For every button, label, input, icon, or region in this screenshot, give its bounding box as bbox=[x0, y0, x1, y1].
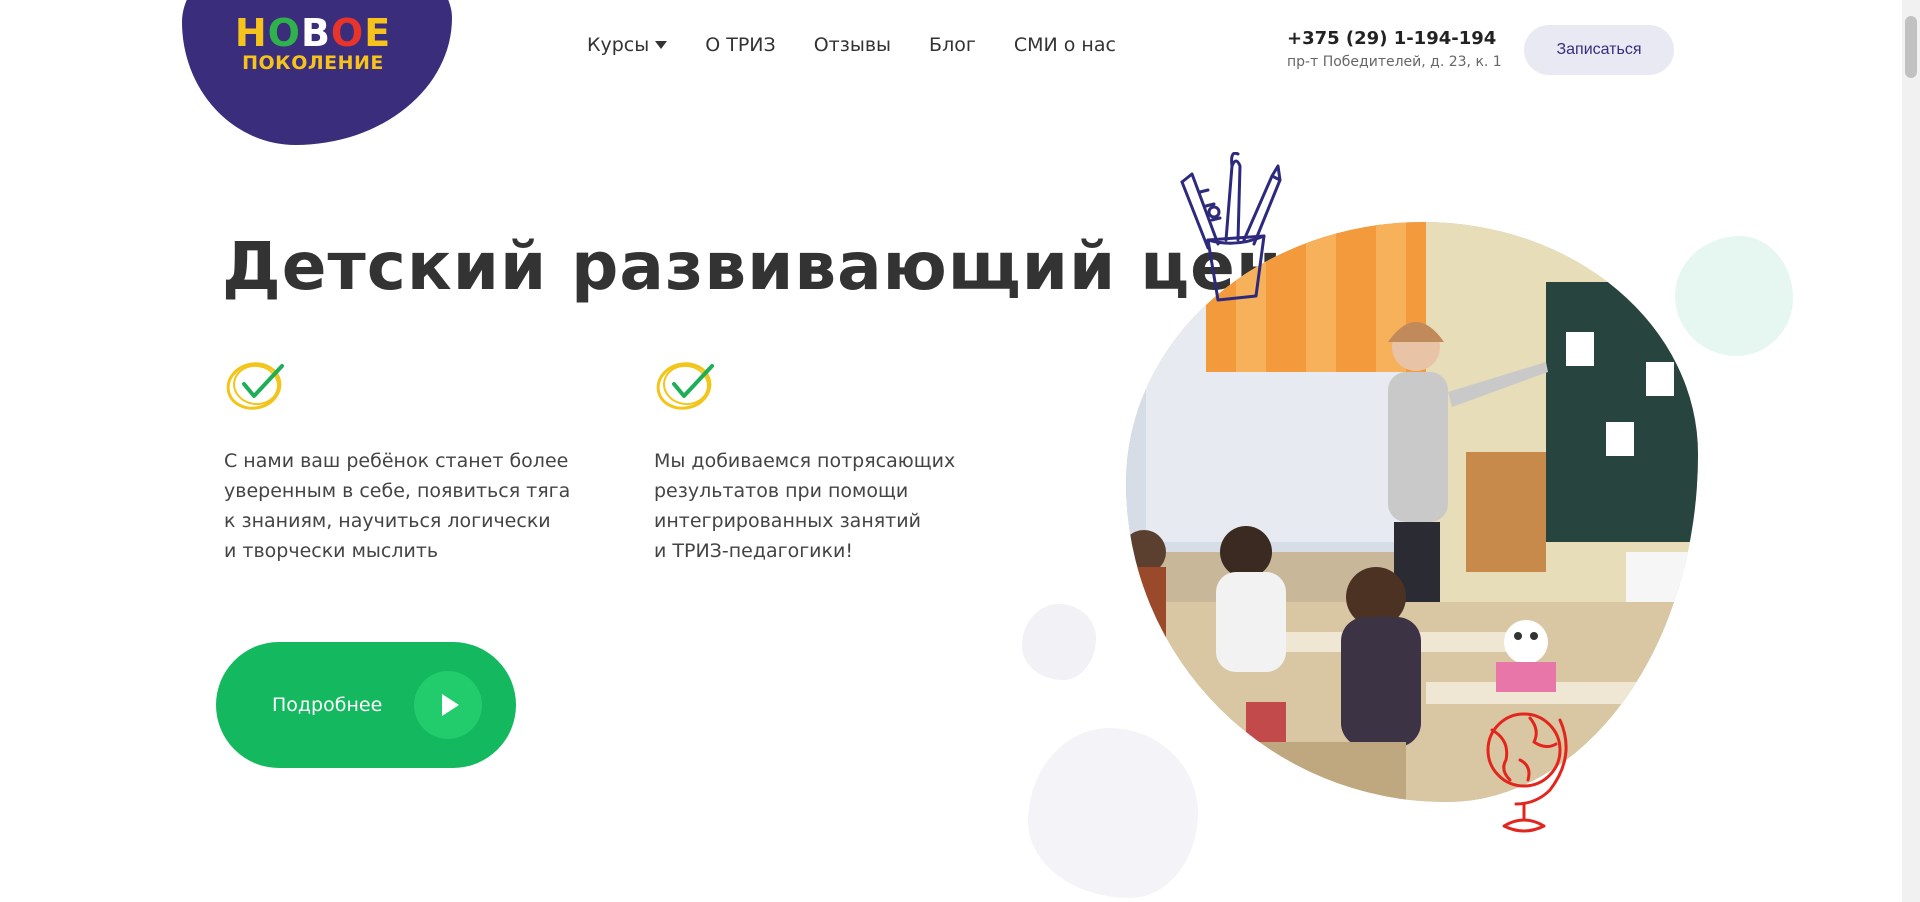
nav-item-label: Отзывы bbox=[813, 34, 892, 56]
nav-item-label: Курсы bbox=[587, 34, 650, 56]
feature-text-2: Мы добиваемся потрясающих результатов пр… bbox=[654, 450, 956, 562]
checkmark-icon bbox=[656, 362, 714, 410]
decor-blob-large bbox=[1028, 728, 1198, 898]
nav-item-reviews[interactable]: Отзывы bbox=[814, 34, 891, 56]
nav-item-triz[interactable]: О ТРИЗ bbox=[705, 34, 775, 56]
nav-item-label: СМИ о нас bbox=[1013, 34, 1116, 56]
hero-photo bbox=[1126, 222, 1698, 802]
play-icon bbox=[414, 671, 482, 739]
checkmark-icon bbox=[226, 362, 284, 410]
logo[interactable]: НОВОЕ ПОКОЛЕНИЕ bbox=[228, 14, 398, 73]
nav-item-blog[interactable]: Блог bbox=[929, 34, 976, 56]
nav-item-label: О ТРИЗ bbox=[705, 34, 776, 56]
nav-item-label: Блог bbox=[929, 34, 976, 56]
decor-blob-small bbox=[1022, 604, 1096, 680]
globe-icon bbox=[1486, 712, 1568, 833]
pencil-cup-icon bbox=[1180, 152, 1282, 302]
scrollbar-thumb[interactable] bbox=[1905, 16, 1917, 78]
nav-item-courses[interactable]: Курсы bbox=[587, 34, 668, 56]
main-nav: Курсы О ТРИЗ Отзывы Блог СМИ о нас bbox=[587, 34, 1116, 56]
contact-info: +375 (29) 1-194-194 пр-т Победителей, д.… bbox=[1287, 28, 1502, 70]
signup-button[interactable]: Записаться bbox=[1524, 25, 1674, 75]
decor-blob-mint bbox=[1675, 236, 1793, 356]
scrollbar[interactable] bbox=[1902, 0, 1920, 902]
more-button[interactable]: Подробнее bbox=[216, 642, 516, 768]
address: пр-т Победителей, д. 23, к. 1 bbox=[1287, 54, 1502, 70]
logo-title: НОВОЕ bbox=[234, 11, 392, 55]
nav-item-media[interactable]: СМИ о нас bbox=[1014, 34, 1116, 56]
phone-number[interactable]: +375 (29) 1-194-194 bbox=[1287, 28, 1502, 49]
more-button-label: Подробнее bbox=[272, 694, 383, 716]
feature-text-1: С нами ваш ребёнок станет более уверенны… bbox=[224, 450, 571, 562]
caret-down-icon bbox=[655, 41, 668, 49]
logo-subtitle: ПОКОЛЕНИЕ bbox=[242, 52, 384, 74]
